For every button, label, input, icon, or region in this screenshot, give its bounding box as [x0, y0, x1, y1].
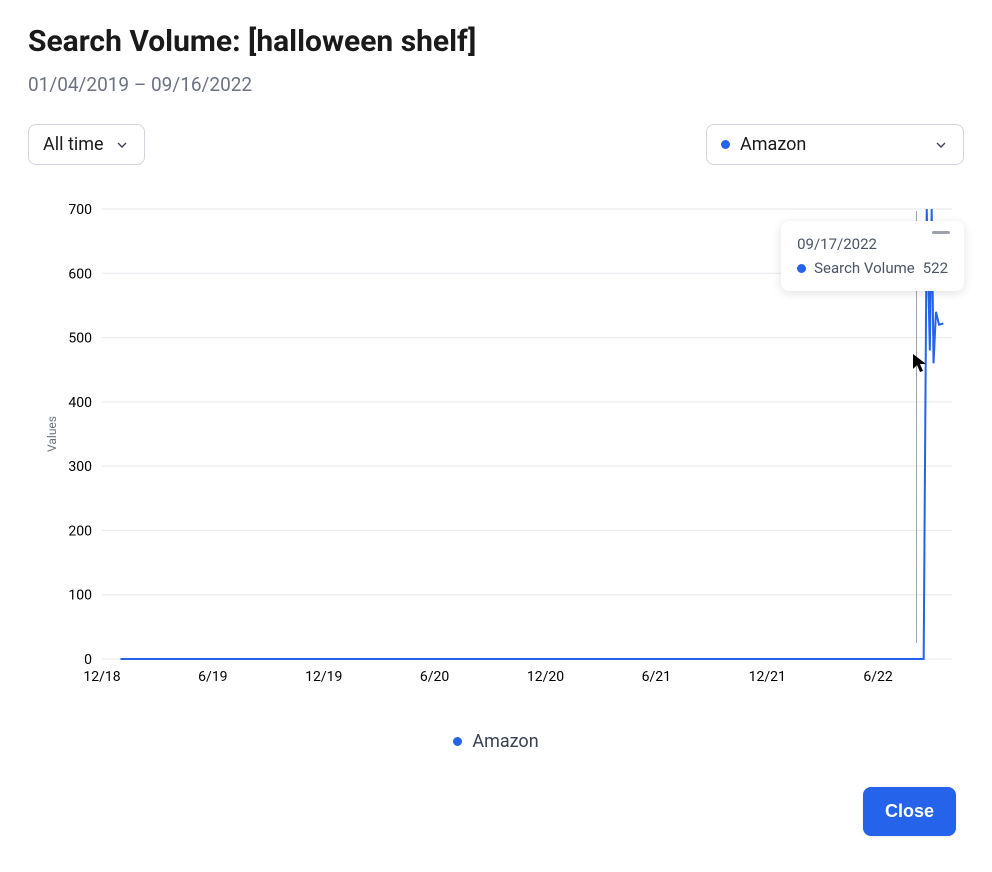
svg-text:Values: Values — [45, 416, 59, 452]
close-button[interactable]: Close — [863, 787, 956, 836]
source-dot-icon — [721, 140, 730, 149]
svg-text:12/19: 12/19 — [305, 669, 342, 685]
source-dropdown[interactable]: Amazon — [706, 124, 964, 165]
legend-label: Amazon — [472, 731, 538, 752]
svg-text:200: 200 — [68, 523, 92, 539]
search-volume-chart[interactable]: 0 100 200 300 400 500 600 700 12/18 6/19 12/19 6/20… — [28, 189, 964, 731]
svg-text:700: 700 — [68, 202, 92, 218]
tooltip-series-dot-icon — [797, 264, 806, 273]
source-label: Amazon — [740, 134, 806, 155]
time-range-label: All time — [43, 134, 104, 155]
chart-tooltip: 09/17/2022 Search Volume 522 — [781, 221, 964, 291]
tooltip-value: 522 — [923, 259, 948, 277]
cursor-icon — [912, 353, 928, 377]
svg-text:0: 0 — [84, 652, 92, 668]
svg-text:500: 500 — [68, 331, 92, 347]
svg-text:6/20: 6/20 — [420, 669, 450, 685]
time-range-dropdown[interactable]: All time — [28, 124, 145, 165]
chevron-down-icon — [933, 137, 949, 153]
svg-text:400: 400 — [68, 395, 92, 411]
tooltip-collapse-icon — [932, 231, 950, 234]
tooltip-date: 09/17/2022 — [797, 235, 948, 253]
page-title: Search Volume: [halloween shelf] — [28, 24, 964, 59]
legend-dot-icon — [453, 737, 462, 746]
svg-text:300: 300 — [68, 459, 92, 475]
svg-text:12/21: 12/21 — [749, 669, 786, 685]
chevron-down-icon — [114, 137, 130, 153]
chart-legend: Amazon — [28, 731, 964, 752]
svg-text:600: 600 — [68, 266, 92, 282]
svg-text:100: 100 — [68, 588, 92, 604]
tooltip-series-label: Search Volume — [814, 259, 915, 277]
svg-text:12/20: 12/20 — [527, 669, 564, 685]
date-range-subtitle: 01/04/2019 – 09/16/2022 — [28, 73, 964, 96]
svg-text:6/22: 6/22 — [863, 669, 893, 685]
svg-text:12/18: 12/18 — [83, 669, 120, 685]
svg-text:6/19: 6/19 — [198, 669, 227, 685]
svg-text:6/21: 6/21 — [642, 669, 671, 685]
